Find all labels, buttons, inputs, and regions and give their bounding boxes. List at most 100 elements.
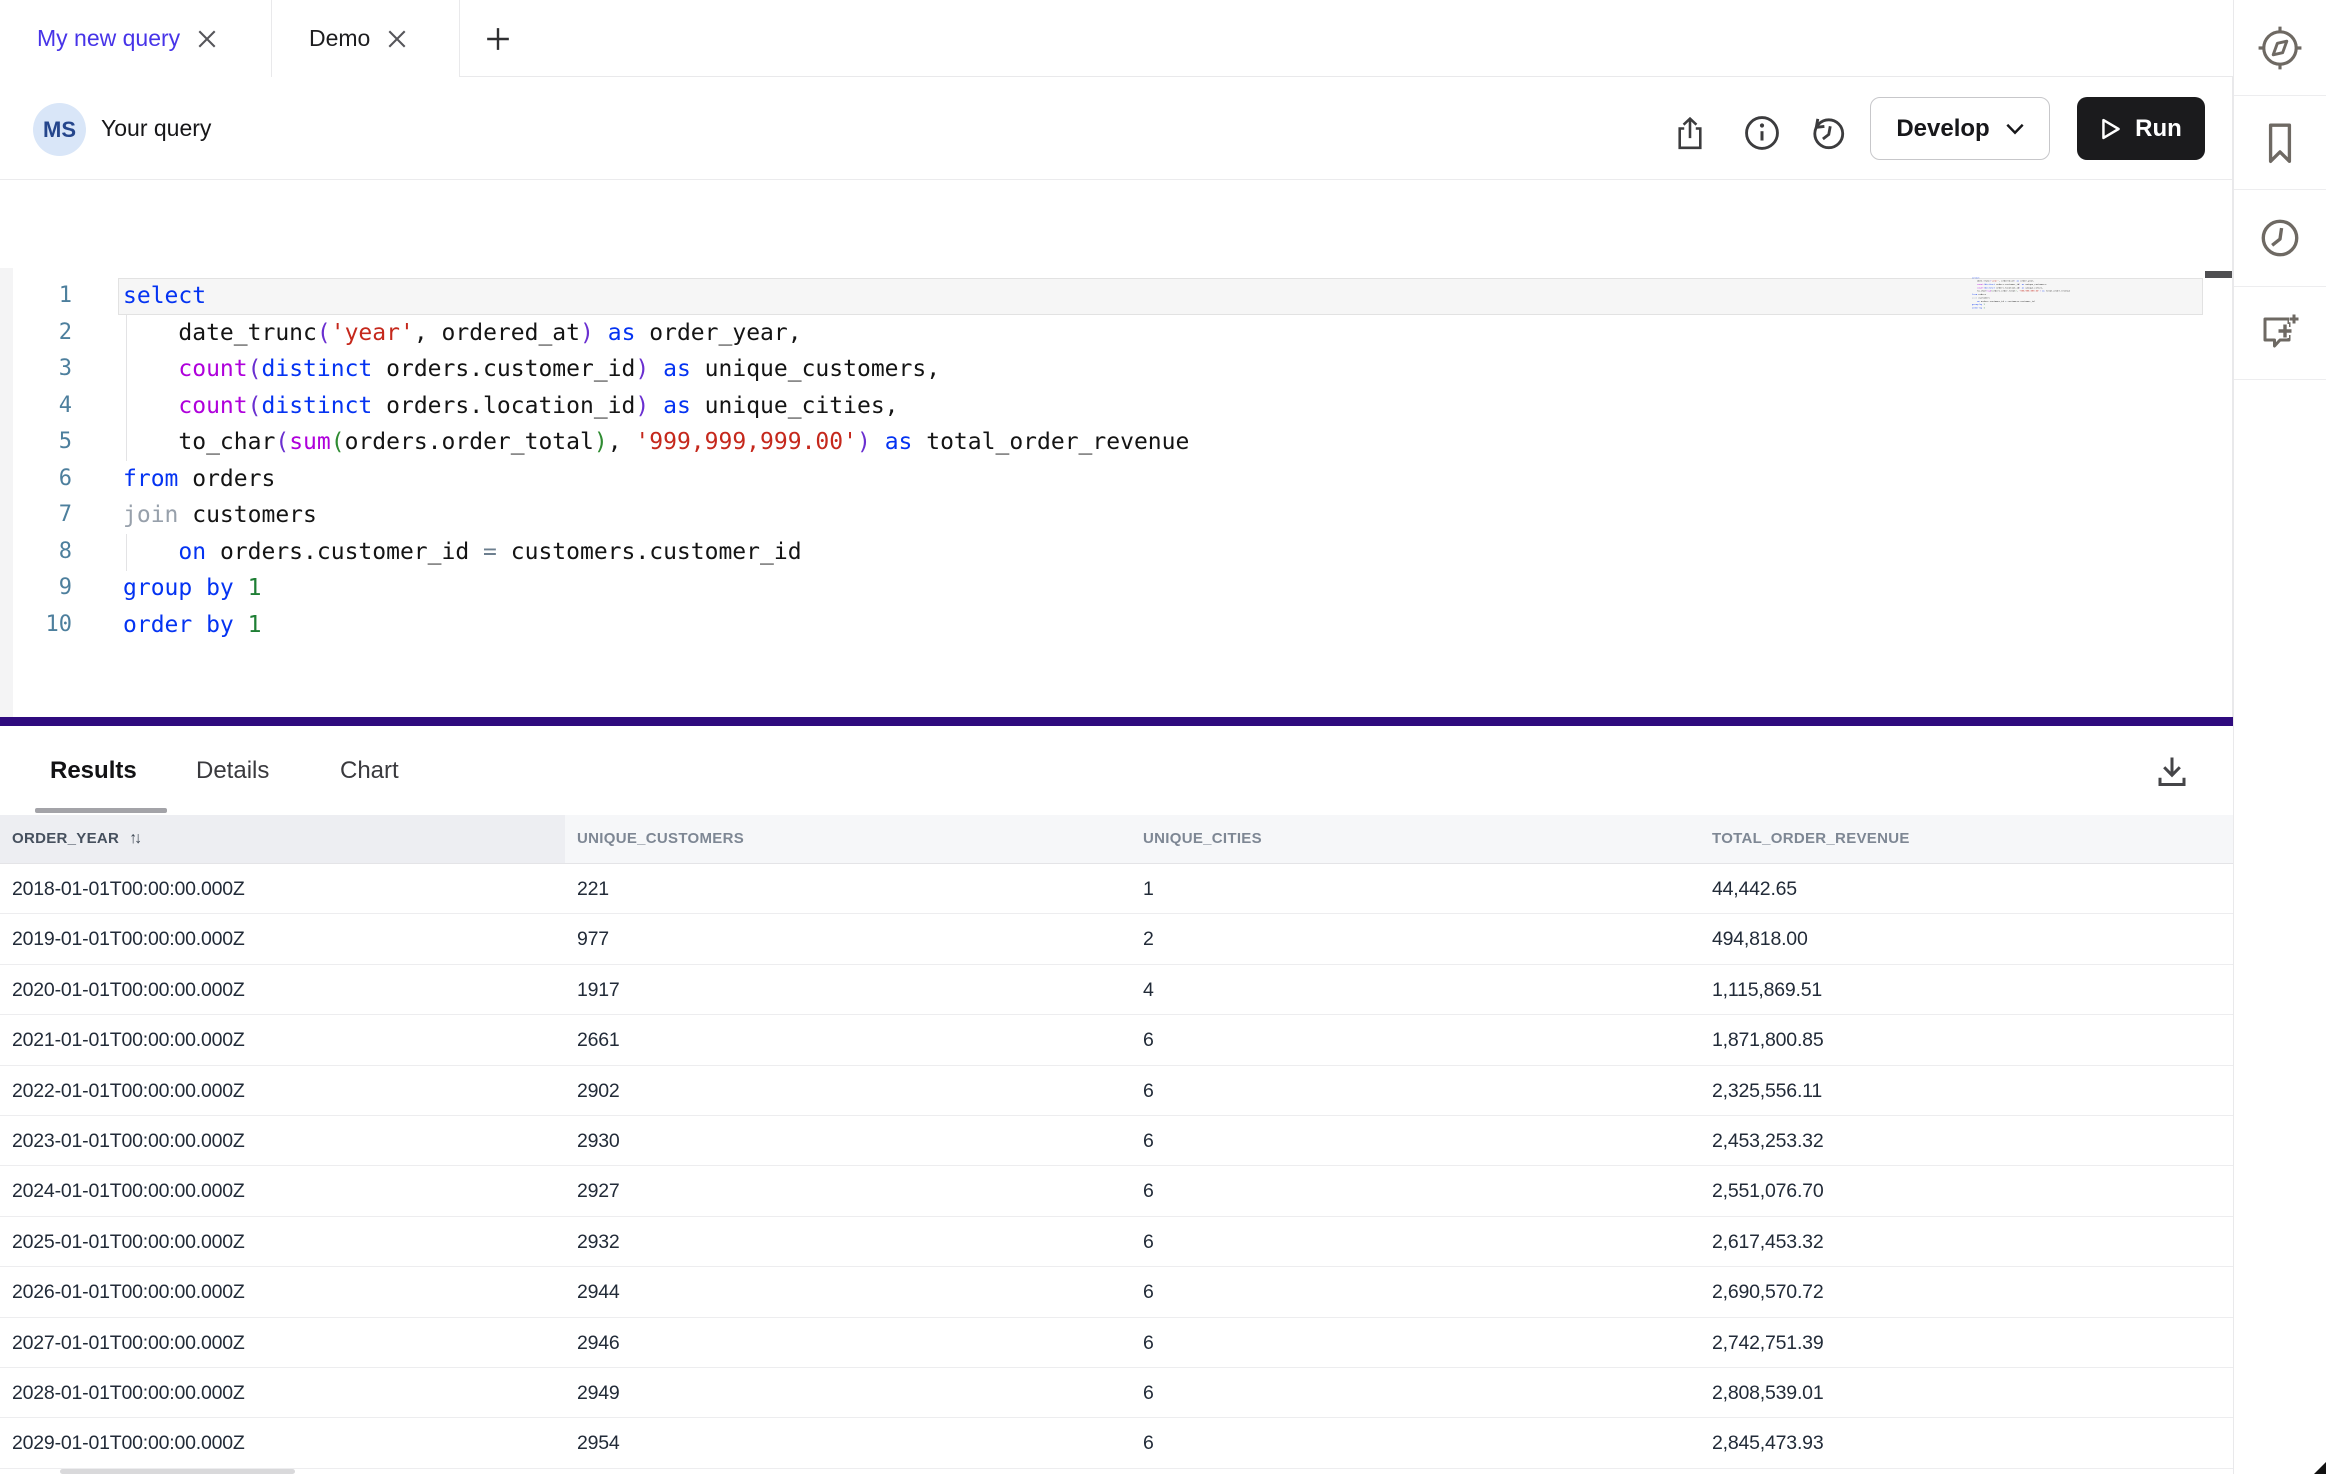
table-cell: 1,115,869.51: [1712, 965, 1822, 1015]
table-cell: 4: [1143, 965, 1154, 1015]
table-cell: 2028-01-01T00:00:00.000Z: [12, 1368, 245, 1418]
line-number: 2: [0, 315, 72, 352]
table-cell: 2949: [577, 1368, 620, 1418]
close-tab-icon[interactable]: [388, 30, 406, 48]
line-number: 4: [0, 388, 72, 425]
table-cell: 6: [1143, 1217, 1154, 1267]
table-cell: 2,690,570.72: [1712, 1267, 1823, 1317]
tab-results[interactable]: Results: [50, 726, 137, 815]
horizontal-scrollbar-thumb[interactable]: [60, 1469, 295, 1474]
code-text: order by 1: [1972, 306, 1985, 309]
results-toolbar: Results Details Chart: [0, 726, 2233, 815]
column-header-total-order-revenue[interactable]: TOTAL_ORDER_REVENUE: [1712, 815, 1910, 864]
close-tab-icon[interactable]: [198, 30, 216, 48]
code-text: to_char(sum(orders.order_total), '999,99…: [123, 424, 1189, 461]
code-line: order by 1: [1972, 306, 2147, 309]
table-row[interactable]: 2029-01-01T00:00:00.000Z295462,845,473.9…: [0, 1418, 2233, 1468]
table-cell: 2902: [577, 1066, 620, 1116]
code-line[interactable]: 1select: [0, 278, 2233, 315]
table-row[interactable]: 2018-01-01T00:00:00.000Z221144,442.65: [0, 864, 2233, 914]
compass-icon: [2257, 25, 2303, 71]
table-cell: 2022-01-01T00:00:00.000Z: [12, 1066, 245, 1116]
pane-splitter-handle[interactable]: [0, 717, 2233, 726]
table-row[interactable]: 2024-01-01T00:00:00.000Z292762,551,076.7…: [0, 1166, 2233, 1216]
table-cell: 2,617,453.32: [1712, 1217, 1823, 1267]
code-line[interactable]: 10order by 1: [0, 607, 2233, 644]
table-cell: 494,818.00: [1712, 914, 1808, 964]
run-label: Run: [2135, 115, 2182, 143]
table-cell: 6: [1143, 1267, 1154, 1317]
code-text: order by 1: [123, 607, 261, 644]
develop-button[interactable]: Develop: [1870, 97, 2050, 160]
table-cell: 2025-01-01T00:00:00.000Z: [12, 1217, 245, 1267]
run-button[interactable]: Run: [2077, 97, 2205, 160]
table-body: 2018-01-01T00:00:00.000Z221144,442.65201…: [0, 864, 2233, 1469]
column-header-unique-customers[interactable]: UNIQUE_CUSTOMERS: [577, 815, 744, 864]
code-line[interactable]: 3 count(distinct orders.customer_id) as …: [0, 351, 2233, 388]
share-icon[interactable]: [1671, 114, 1709, 152]
sidebar-item-explore[interactable]: [2234, 0, 2326, 96]
column-label: ORDER_YEAR: [12, 830, 119, 847]
code-line[interactable]: 5 to_char(sum(orders.order_total), '999,…: [0, 424, 2233, 461]
sql-code-editor[interactable]: 1select2 date_trunc('year', ordered_at) …: [0, 180, 2233, 717]
table-row[interactable]: 2020-01-01T00:00:00.000Z191741,115,869.5…: [0, 965, 2233, 1015]
table-cell: 2021-01-01T00:00:00.000Z: [12, 1015, 245, 1065]
code-line[interactable]: 7join customers: [0, 497, 2233, 534]
active-tab-underline: [35, 808, 167, 813]
line-number: 9: [0, 570, 72, 607]
table-row[interactable]: 2021-01-01T00:00:00.000Z266161,871,800.8…: [0, 1015, 2233, 1065]
table-cell: 6: [1143, 1015, 1154, 1065]
table-row[interactable]: 2026-01-01T00:00:00.000Z294462,690,570.7…: [0, 1267, 2233, 1317]
code-line[interactable]: 4 count(distinct orders.location_id) as …: [0, 388, 2233, 425]
table-row[interactable]: 2028-01-01T00:00:00.000Z294962,808,539.0…: [0, 1368, 2233, 1418]
new-tab-button[interactable]: [460, 0, 536, 77]
history-icon[interactable]: [1809, 114, 1847, 152]
info-icon[interactable]: [1743, 114, 1781, 152]
table-row[interactable]: 2025-01-01T00:00:00.000Z293262,617,453.3…: [0, 1217, 2233, 1267]
right-icon-sidebar: [2233, 0, 2326, 1474]
code-line[interactable]: 9 group by 1: [0, 570, 2233, 607]
table-cell: 2927: [577, 1166, 620, 1216]
table-cell: 2,742,751.39: [1712, 1318, 1823, 1368]
sidebar-item-bookmarks[interactable]: [2234, 96, 2326, 190]
query-header: MS Your query Develop Run: [0, 77, 2233, 180]
table-row[interactable]: 2022-01-01T00:00:00.000Z 2902 6 2,325,556.1…: [0, 1066, 2233, 1116]
code-line[interactable]: 6from orders: [0, 461, 2233, 498]
table-cell: 6: [1143, 1066, 1154, 1116]
code-text: group by 1: [123, 570, 261, 607]
indent-guide: [126, 534, 127, 571]
tab-my-new-query[interactable]: My new query: [0, 0, 272, 77]
window-resize-grip[interactable]: [2314, 1462, 2326, 1474]
indent-guide: [126, 315, 127, 461]
table-cell: 2,453,253.32: [1712, 1116, 1823, 1166]
sidebar-item-ai-comments[interactable]: [2234, 287, 2326, 380]
table-cell: 221: [577, 864, 609, 914]
table-row[interactable]: 2019-01-01T00:00:00.000Z9772494,818.00: [0, 914, 2233, 964]
table-cell: 2,845,473.93: [1712, 1418, 1823, 1468]
tab-details[interactable]: Details: [196, 726, 269, 815]
table-cell: 6: [1143, 1166, 1154, 1216]
code-line[interactable]: 2 date_trunc('year', ordered_at) as orde…: [0, 315, 2233, 352]
develop-label: Develop: [1896, 115, 1989, 143]
avatar[interactable]: MS: [33, 103, 86, 156]
code-text: on orders.customer_id = customers.custom…: [123, 534, 802, 571]
table-row[interactable]: 2027-01-01T00:00:00.000Z294662,742,751.3…: [0, 1318, 2233, 1368]
column-header-order-year[interactable]: ORDER_YEAR ↑↓: [12, 815, 139, 864]
line-number: 6: [0, 461, 72, 498]
download-results-icon[interactable]: [2152, 751, 2192, 791]
code-line[interactable]: 8 on orders.customer_id = customers.cust…: [0, 534, 2233, 571]
table-row[interactable]: 2023-01-01T00:00:00.000Z293062,453,253.3…: [0, 1116, 2233, 1166]
editor-minimap[interactable]: select date_trunc('year', ordered_at) as…: [1972, 276, 2204, 406]
editor-scrollbar-thumb[interactable]: [2205, 271, 2233, 278]
sidebar-item-history[interactable]: [2234, 190, 2326, 287]
tab-demo[interactable]: Demo: [272, 0, 460, 77]
column-header-unique-cities[interactable]: UNIQUE_CITIES: [1143, 815, 1262, 864]
table-cell: 2,325,556.11: [1712, 1066, 1822, 1116]
table-cell: 44,442.65: [1712, 864, 1797, 914]
tab-chart[interactable]: Chart: [340, 726, 399, 815]
plus-icon: [487, 28, 509, 50]
sort-arrows-icon[interactable]: ↑↓: [129, 830, 139, 847]
table-cell: 2023-01-01T00:00:00.000Z: [12, 1116, 245, 1166]
table-cell: 2: [1143, 914, 1154, 964]
chevron-down-icon: [2006, 123, 2024, 135]
